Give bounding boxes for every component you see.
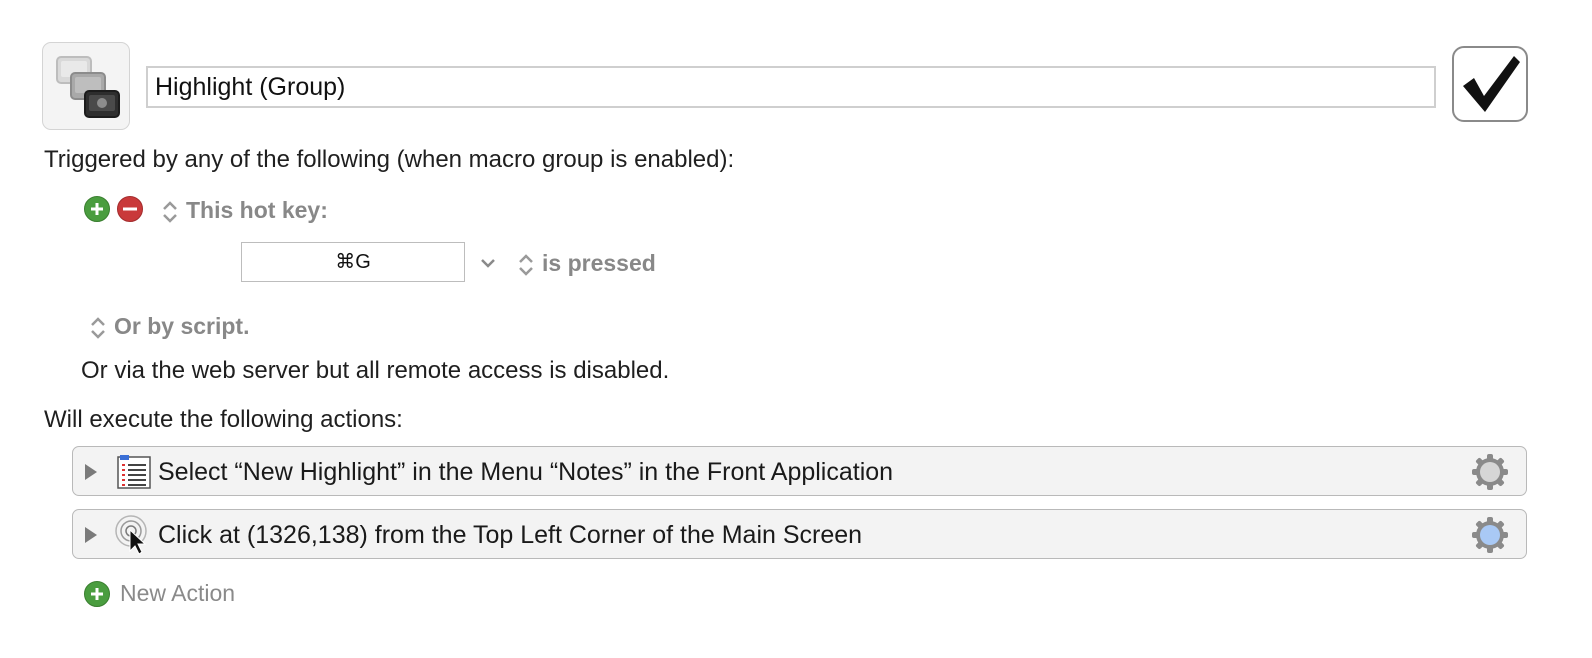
updown-chevron-icon [163, 201, 177, 223]
minus-icon [123, 207, 137, 211]
action-label: Select “New Highlight” in the Menu “Note… [158, 458, 894, 486]
new-action-label: New Action [120, 580, 236, 606]
updown-chevron-icon [91, 317, 105, 339]
script-trigger-label: Or by script. [114, 313, 250, 339]
add-action-icon [84, 581, 110, 607]
hotkey-trigger-label: This hot key: [186, 197, 328, 223]
hotkey-field[interactable]: ⌘G [241, 242, 465, 282]
action-label: Click at (1326,138) from the Top Left Co… [158, 521, 863, 549]
updown-chevron-icon [519, 254, 533, 276]
actions-heading: Will execute the following actions: [44, 406, 403, 433]
triggers-heading: Triggered by any of the following (when … [44, 146, 735, 173]
new-action-button[interactable]: New Action [84, 580, 264, 610]
plus-icon [91, 588, 103, 600]
menu-list-icon [117, 455, 151, 489]
enabled-checkbox[interactable] [1452, 46, 1528, 122]
mouse-click-icon [115, 515, 147, 555]
macro-group-icon[interactable] [42, 42, 130, 130]
action-row[interactable]: Click at (1326,138) from the Top Left Co… [72, 509, 1527, 559]
disclosure-triangle-icon[interactable] [82, 525, 100, 545]
chevron-down-icon[interactable] [478, 254, 498, 272]
hotkey-condition-label: is pressed [542, 250, 656, 276]
remove-trigger-button[interactable] [117, 196, 143, 222]
disclosure-triangle-icon[interactable] [82, 462, 100, 482]
action-row[interactable]: Select “New Highlight” in the Menu “Note… [72, 446, 1527, 496]
gear-icon[interactable] [1471, 516, 1509, 554]
macro-name-field[interactable]: Highlight (Group) [146, 66, 1436, 108]
checkmark-icon [1463, 56, 1520, 112]
gear-icon[interactable] [1471, 453, 1509, 491]
add-trigger-button[interactable] [84, 196, 110, 222]
stacked-windows-icon [56, 56, 120, 118]
web-server-text: Or via the web server but all remote acc… [81, 357, 670, 384]
plus-icon [91, 203, 103, 215]
